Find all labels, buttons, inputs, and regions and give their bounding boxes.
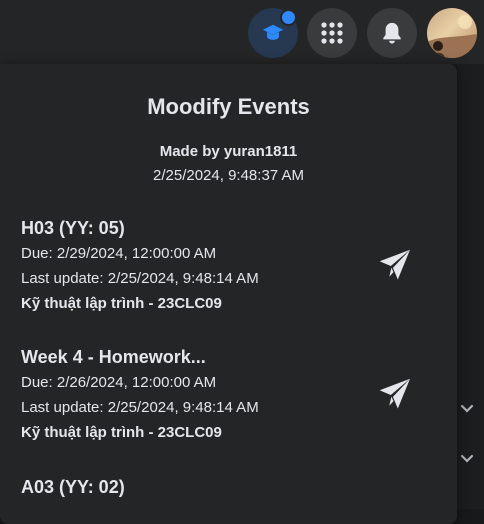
- paper-plane-icon[interactable]: [377, 246, 413, 282]
- notification-dot: [280, 9, 297, 26]
- event-course: Kỹ thuật lập trình - 23CLC09: [21, 424, 222, 441]
- page-background-strip: [457, 64, 484, 509]
- graduation-cap-icon: [262, 24, 284, 40]
- moodify-events-panel: Moodify Events Made by yuran1811 2/25/20…: [0, 64, 457, 524]
- panel-timestamp: 2/25/2024, 9:48:37 AM: [153, 167, 304, 184]
- grid-menu-icon: [321, 22, 343, 44]
- notifications-button[interactable]: [367, 8, 417, 58]
- chevron-down-icon[interactable]: [458, 450, 476, 468]
- paper-plane-icon[interactable]: [377, 375, 413, 411]
- event-name[interactable]: A03 (YY: 02): [21, 474, 441, 500]
- avatar-image: [427, 15, 477, 58]
- chevron-down-icon[interactable]: [458, 400, 476, 418]
- top-bar: [0, 0, 484, 64]
- menu-button[interactable]: [307, 8, 357, 58]
- event-course: Kỹ thuật lập trình - 23CLC09: [21, 295, 222, 312]
- event-item[interactable]: A03 (YY: 02): [21, 474, 441, 500]
- event-name[interactable]: H03 (YY: 05): [21, 215, 441, 241]
- panel-author: Made by yuran1811: [159, 143, 298, 160]
- profile-avatar[interactable]: [427, 8, 477, 58]
- bell-icon: [383, 22, 401, 44]
- event-name[interactable]: Week 4 - Homework...: [21, 344, 441, 370]
- panel-title: Moodify Events: [147, 94, 310, 119]
- moodify-extension-button[interactable]: [248, 8, 298, 58]
